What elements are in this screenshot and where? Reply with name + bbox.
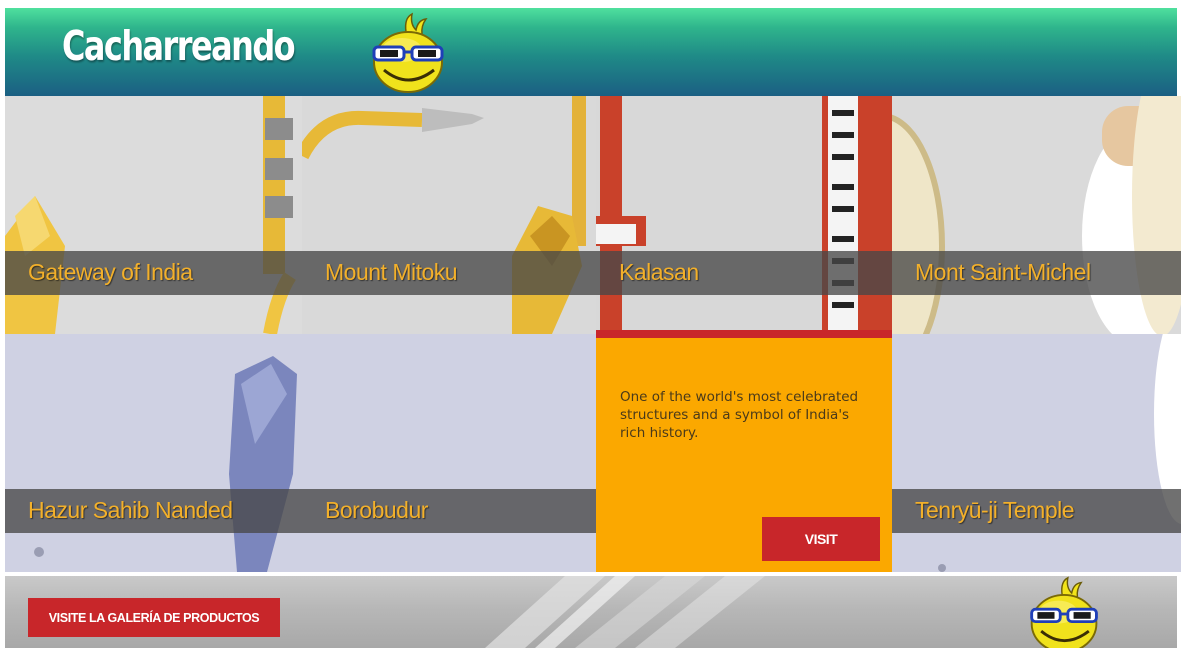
smiley-glasses-icon[interactable] [368,10,450,94]
plain-art [892,334,1181,572]
tile-label: Kalasan [619,259,699,285]
site-header: Cacharreando [5,8,1177,96]
smiley-glasses-icon[interactable] [1023,576,1107,648]
tile-mont-saint-michel[interactable]: Mont Saint-Michel [892,96,1181,334]
product-gallery-button[interactable]: VISITE LA GALERÍA DE PRODUCTOS [28,598,280,637]
site-title[interactable]: Cacharreando [62,22,296,70]
keyboard-art [596,96,892,334]
saxophone-art [302,96,596,334]
tile-gateway-of-india[interactable]: Gateway of India [5,96,302,334]
plain-art [302,334,596,572]
visit-button[interactable]: VISIT [762,517,880,561]
tile-borobudur[interactable]: Borobudur [302,334,596,572]
active-tile-detail: One of the world's most celebrated struc… [596,334,892,572]
tile-label: Mont Saint-Michel [915,259,1091,285]
landmark-grid: Gateway of India Mount Mitoku Kalasan Mo… [5,96,1181,572]
footer-streaks [485,576,765,648]
saxophone-art [5,96,302,334]
drum-art [892,96,1181,334]
tile-label: Gateway of India [28,259,193,285]
tile-tenryu-ji-temple[interactable]: Tenryū-ji Temple [892,334,1181,572]
tile-label: Hazur Sahib Nanded [28,497,233,523]
tile-kalasan[interactable]: Kalasan [596,96,892,334]
tile-mount-mitoku[interactable]: Mount Mitoku [302,96,596,334]
tile-label: Borobudur [325,497,428,523]
tile-description: One of the world's most celebrated struc… [620,389,859,441]
site-footer: VISITE LA GALERÍA DE PRODUCTOS [5,576,1177,648]
tile-label: Mount Mitoku [325,259,458,285]
tile-label: Tenryū-ji Temple [915,497,1075,523]
crystal-art [5,334,302,572]
tile-hazur-sahib-nanded[interactable]: Hazur Sahib Nanded [5,334,302,572]
